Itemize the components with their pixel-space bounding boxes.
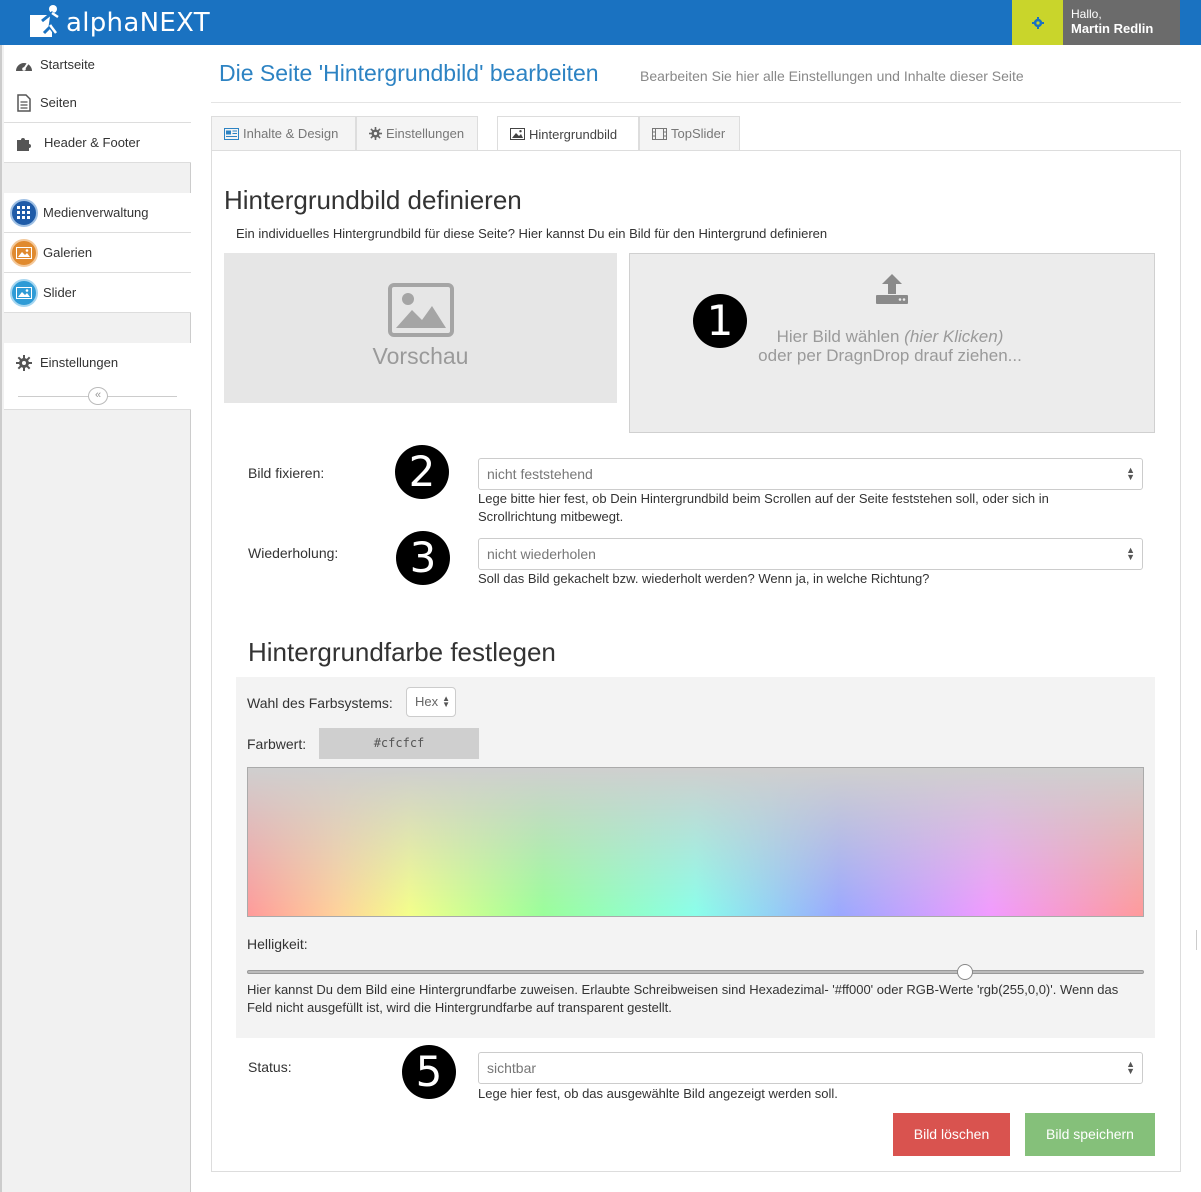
upload-text-line2: oder per DragnDrop drauf ziehen... xyxy=(758,346,1022,365)
sidebar-item-galerien[interactable]: Galerien xyxy=(4,233,191,273)
brightness-slider-thumb[interactable] xyxy=(956,964,973,980)
color-system-value: Hex xyxy=(415,694,439,709)
scroll-edge xyxy=(1196,930,1201,950)
logo-icon xyxy=(30,5,59,37)
sidebar-item-header-footer[interactable]: Header & Footer xyxy=(4,123,191,163)
save-image-button[interactable]: Bild speichern xyxy=(1025,1113,1155,1156)
puzzle-icon xyxy=(14,133,34,153)
user-name: Martin Redlin xyxy=(1071,21,1154,36)
greeting: Hallo, xyxy=(1071,7,1102,21)
status-label: Status: xyxy=(248,1059,292,1075)
repeat-select-value: nicht wiederholen xyxy=(487,546,596,562)
tab-einstellungen[interactable]: Einstellungen xyxy=(356,116,478,151)
newspaper-icon xyxy=(224,127,239,140)
fix-label: Bild fixieren: xyxy=(248,465,325,481)
settings-button[interactable] xyxy=(1012,0,1063,45)
film-icon xyxy=(652,127,667,140)
image-icon xyxy=(510,128,525,140)
status-help: Lege hier fest, ob das ausgewählte Bild … xyxy=(478,1086,838,1101)
status-select-value: sichtbar xyxy=(487,1060,537,1076)
logo-text: alphaNEXT xyxy=(66,8,210,38)
sidebar-item-label: Startseite xyxy=(40,57,95,72)
preview-label: Vorschau xyxy=(372,343,469,369)
sidebar-item-label: Seiten xyxy=(40,95,77,110)
gear-icon xyxy=(1031,16,1044,29)
updown-arrow-icon: ▲ ▼ xyxy=(1126,545,1135,562)
color-spectrum[interactable] xyxy=(247,767,1144,917)
brightness-slider-track[interactable] xyxy=(247,970,1144,974)
section-heading-image: Hintergrundbild definieren xyxy=(224,185,522,215)
gear-icon xyxy=(14,353,34,373)
marker-2: 2 xyxy=(395,445,449,499)
updown-arrow-icon: ▲ ▼ xyxy=(1126,1059,1135,1076)
divider xyxy=(211,102,1181,103)
sidebar-item-startseite[interactable]: Startseite xyxy=(4,45,191,85)
updown-arrow-icon: ▲ ▼ xyxy=(442,694,450,709)
updown-arrow-icon: ▲ ▼ xyxy=(1126,465,1135,482)
sidebar-item-medienverwaltung[interactable]: Medienverwaltung xyxy=(4,193,191,233)
section-heading-color: Hintergrundfarbe festlegen xyxy=(248,637,556,667)
brightness-label: Helligkeit: xyxy=(247,936,308,952)
tab-topslider[interactable]: TopSlider xyxy=(639,116,740,151)
color-system-label: Wahl des Farbsystems: xyxy=(247,695,393,711)
fix-help: Lege bitte hier fest, ob Dein Hintergrun… xyxy=(478,491,1049,524)
logo[interactable]: alphaNEXT xyxy=(28,3,210,41)
sidebar-item-label: Galerien xyxy=(43,245,93,260)
marker-3: 3 xyxy=(396,531,450,585)
sidebar-item-slider[interactable]: Slider xyxy=(4,273,191,313)
tab-label: Hintergrundbild xyxy=(529,126,618,142)
upload-icon xyxy=(876,274,908,304)
sidebar-item-einstellungen[interactable]: Einstellungen xyxy=(4,343,191,383)
fix-select-value: nicht feststehend xyxy=(487,466,593,482)
grid-icon xyxy=(10,198,38,227)
repeat-select[interactable]: nicht wiederholen ▲ ▼ xyxy=(478,538,1143,570)
image-placeholder-icon xyxy=(388,283,454,337)
sidebar-item-label: Slider xyxy=(43,285,77,300)
user-menu[interactable]: Hallo, Martin Redlin xyxy=(1063,0,1180,45)
section-description: Ein individuelles Hintergrundbild für di… xyxy=(236,226,828,241)
delete-image-button[interactable]: Bild löschen xyxy=(893,1113,1010,1156)
sidebar-item-label: Header & Footer xyxy=(44,135,141,150)
marker-1: 1 xyxy=(693,294,747,348)
sidebar-collapse: « xyxy=(4,382,191,410)
repeat-help: Soll das Bild gekachelt bzw. wiederholt … xyxy=(478,571,930,586)
dashboard-icon xyxy=(14,55,34,75)
repeat-label: Wiederholung: xyxy=(248,545,339,561)
marker-5: 5 xyxy=(402,1045,456,1099)
status-select[interactable]: sichtbar ▲ ▼ xyxy=(478,1052,1143,1084)
color-system-select[interactable]: Hex ▲ ▼ xyxy=(406,687,456,717)
color-help: Hier kannst Du dem Bild eine Hintergrund… xyxy=(247,982,1119,1015)
tab-hintergrundbild[interactable]: Hintergrundbild xyxy=(497,116,639,152)
fix-select[interactable]: nicht feststehend ▲ ▼ xyxy=(478,458,1143,490)
top-bar: alphaNEXT Hallo, Martin Redlin xyxy=(0,0,1201,45)
slider-icon xyxy=(10,278,38,307)
sidebar-item-seiten[interactable]: Seiten xyxy=(4,83,191,123)
gallery-icon xyxy=(10,238,38,267)
tab-label: TopSlider xyxy=(671,126,726,141)
document-icon xyxy=(14,93,34,113)
tab-label: Einstellungen xyxy=(386,126,465,141)
tab-label: Inhalte & Design xyxy=(243,126,339,141)
sidebar-item-label: Medienverwaltung xyxy=(43,205,149,220)
image-preview: Vorschau xyxy=(224,253,617,403)
gear-icon xyxy=(369,127,382,140)
collapse-button[interactable]: « xyxy=(88,387,108,405)
page-title: Die Seite 'Hintergrundbild' bearbeiten xyxy=(219,60,599,86)
page-subtitle: Bearbeiten Sie hier alle Einstellungen u… xyxy=(640,68,1024,84)
color-value-input[interactable]: #cfcfcf xyxy=(319,728,479,759)
color-value-label: Farbwert: xyxy=(247,736,307,752)
sidebar-item-label: Einstellungen xyxy=(40,355,119,370)
sidebar: Startseite Seiten Header & Footer Medien… xyxy=(0,45,191,1192)
tab-inhalte-design[interactable]: Inhalte & Design xyxy=(211,116,356,151)
